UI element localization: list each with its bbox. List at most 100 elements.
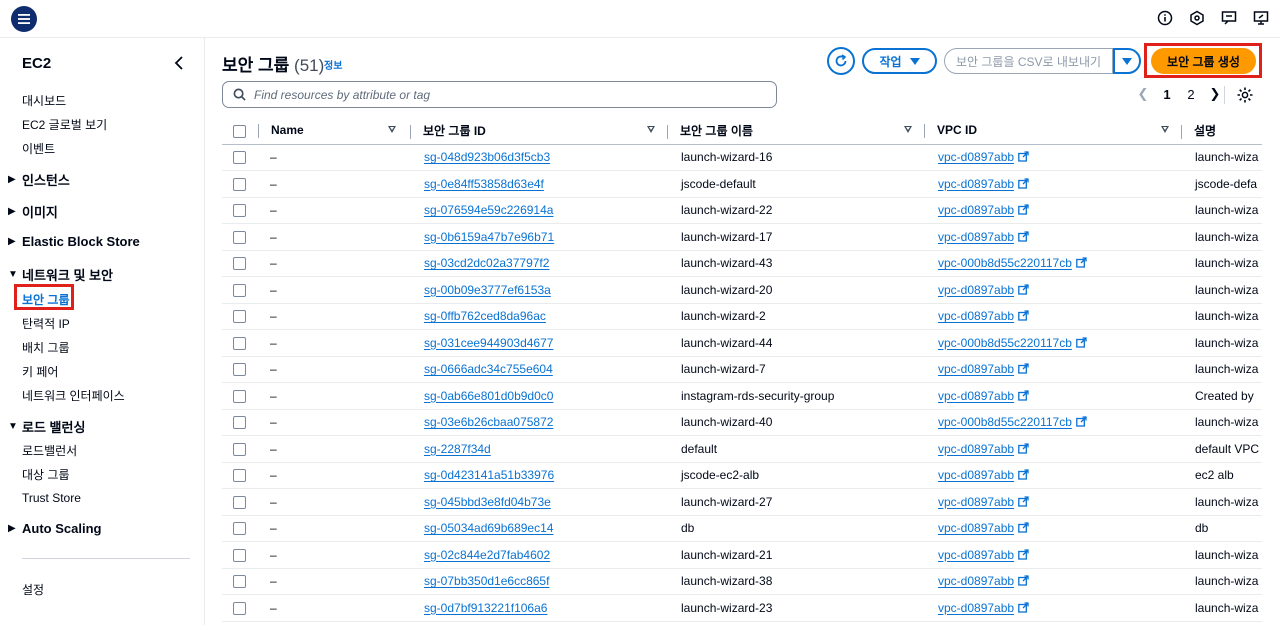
sg-id-link[interactable]: sg-0ffb762ced8da96ac	[424, 309, 546, 323]
row-checkbox[interactable]	[233, 389, 246, 403]
sg-id-link[interactable]: sg-0d423141a51b33976	[424, 468, 554, 482]
sidebar-section-instances[interactable]: ▶ 인스턴스	[8, 170, 70, 189]
sidebar-item-placement-groups[interactable]: 배치 그룹	[22, 339, 70, 356]
sidebar-item-settings[interactable]: 설정	[22, 581, 44, 598]
sg-id-link[interactable]: sg-0b6159a47b7e96b71	[424, 230, 554, 244]
export-dropdown-button[interactable]	[1113, 48, 1141, 74]
table-row[interactable]: – sg-0b6159a47b7e96b71 launch-wizard-17 vpc…	[222, 223, 1262, 251]
column-header-vpc-id[interactable]: VPC ID	[924, 118, 1181, 145]
vpc-id-link[interactable]: vpc-000b8d55c220117cb	[938, 415, 1072, 429]
info-icon[interactable]	[1156, 9, 1174, 27]
sort-icon[interactable]	[388, 126, 396, 133]
table-row[interactable]: – sg-031cee944903d4677 launch-wizard-44 vpc…	[222, 329, 1262, 357]
table-row[interactable]: – sg-076594e59c226914a launch-wizard-22 vpc…	[222, 197, 1262, 224]
sg-id-link[interactable]: sg-02c844e2d7fab4602	[424, 548, 550, 562]
sg-id-link[interactable]: sg-00b09e3777ef6153a	[424, 283, 551, 297]
table-row[interactable]: – sg-0666adc34c755e604 launch-wizard-7 vpc-…	[222, 356, 1262, 383]
vpc-id-link[interactable]: vpc-d0897abb	[938, 283, 1014, 297]
feedback-icon[interactable]	[1220, 9, 1238, 27]
row-checkbox[interactable]	[233, 495, 246, 509]
row-checkbox[interactable]	[233, 230, 246, 244]
row-checkbox[interactable]	[233, 522, 246, 536]
table-row[interactable]: – sg-03cd2dc02a37797f2 launch-wizard-43 vpc…	[222, 250, 1262, 277]
sidebar-item-key-pairs[interactable]: 키 페어	[22, 363, 58, 380]
search-input[interactable]	[254, 87, 734, 102]
column-header-name[interactable]: Name	[256, 118, 410, 145]
sg-id-link[interactable]: sg-0e84ff53858d63e4f	[424, 177, 544, 191]
vpc-id-link[interactable]: vpc-d0897abb	[938, 203, 1014, 217]
collapse-sidebar-icon[interactable]	[172, 55, 186, 71]
sg-id-link[interactable]: sg-0ab66e801d0b9d0c0	[424, 389, 553, 403]
vpc-id-link[interactable]: vpc-d0897abb	[938, 177, 1014, 191]
sidebar-item-dashboard[interactable]: 대시보드	[22, 92, 66, 109]
sidebar-section-load-balancing[interactable]: ▼ 로드 밸런싱	[8, 417, 85, 436]
column-header-sg-name[interactable]: 보안 그룹 이름	[667, 118, 924, 145]
page-1[interactable]: 1	[1155, 87, 1179, 102]
row-checkbox[interactable]	[233, 151, 246, 165]
vpc-id-link[interactable]: vpc-d0897abb	[938, 442, 1014, 456]
sg-id-link[interactable]: sg-2287f34d	[424, 442, 491, 456]
vpc-id-link[interactable]: vpc-000b8d55c220117cb	[938, 256, 1072, 270]
vpc-id-link[interactable]: vpc-d0897abb	[938, 601, 1014, 615]
info-link[interactable]: 정보	[324, 57, 342, 72]
sg-id-link[interactable]: sg-03e6b26cbaa075872	[424, 415, 553, 429]
sg-id-link[interactable]: sg-03cd2dc02a37797f2	[424, 256, 549, 270]
sidebar-item-target-groups[interactable]: 대상 그룹	[22, 466, 70, 483]
row-checkbox[interactable]	[233, 548, 246, 562]
row-checkbox[interactable]	[233, 177, 246, 191]
row-checkbox[interactable]	[233, 204, 246, 218]
table-row[interactable]: – sg-0d7bf913221f106a6 launch-wizard-23 vpc…	[222, 594, 1262, 622]
column-header-description[interactable]: 설명	[1181, 118, 1262, 145]
table-row[interactable]: – sg-02c844e2d7fab4602 launch-wizard-21 vpc…	[222, 541, 1262, 569]
column-header-sg-id[interactable]: 보안 그룹 ID	[410, 118, 667, 145]
row-checkbox[interactable]	[233, 257, 246, 271]
desktop-icon[interactable]	[1252, 9, 1270, 27]
page-2[interactable]: 2	[1179, 87, 1203, 102]
table-row[interactable]: – sg-05034ad69b689ec14 db vpc-d0897abb db	[222, 515, 1262, 542]
sidebar-section-images[interactable]: ▶ 이미지	[8, 202, 58, 221]
row-checkbox[interactable]	[233, 442, 246, 456]
export-csv-button[interactable]: 보안 그룹을 CSV로 내보내기	[944, 48, 1113, 74]
row-checkbox[interactable]	[233, 336, 246, 350]
settings-hex-icon[interactable]	[1188, 9, 1206, 27]
sidebar-item-network-interfaces[interactable]: 네트워크 인터페이스	[22, 387, 125, 404]
vpc-id-link[interactable]: vpc-d0897abb	[938, 389, 1014, 403]
sidebar-item-trust-store[interactable]: Trust Store	[22, 491, 81, 505]
table-row[interactable]: – sg-048d923b06d3f5cb3 launch-wizard-16 vpc…	[222, 144, 1262, 171]
table-row[interactable]: – sg-0ffb762ced8da96ac launch-wizard-2 vpc-…	[222, 303, 1262, 330]
sg-id-link[interactable]: sg-045bbd3e8fd04b73e	[424, 495, 551, 509]
sort-icon[interactable]	[647, 126, 655, 133]
row-checkbox[interactable]	[233, 469, 246, 483]
vpc-id-link[interactable]: vpc-d0897abb	[938, 468, 1014, 482]
sidebar-item-events[interactable]: 이벤트	[22, 140, 55, 157]
refresh-button[interactable]	[827, 47, 855, 75]
sort-icon[interactable]	[1161, 126, 1169, 133]
menu-icon[interactable]	[11, 6, 37, 32]
row-checkbox[interactable]	[233, 310, 246, 324]
sg-id-link[interactable]: sg-048d923b06d3f5cb3	[424, 150, 550, 164]
sidebar-item-load-balancers[interactable]: 로드밸런서	[22, 442, 77, 459]
vpc-id-link[interactable]: vpc-d0897abb	[938, 230, 1014, 244]
sg-id-link[interactable]: sg-07bb350d1e6cc865f	[424, 574, 549, 588]
table-row[interactable]: – sg-03e6b26cbaa075872 launch-wizard-40 vpc…	[222, 409, 1262, 436]
table-row[interactable]: – sg-0e84ff53858d63e4f jscode-default vpc-d…	[222, 170, 1262, 198]
sg-id-link[interactable]: sg-031cee944903d4677	[424, 336, 553, 350]
sidebar-item-global-view[interactable]: EC2 글로벌 보기	[22, 116, 107, 133]
vpc-id-link[interactable]: vpc-d0897abb	[938, 362, 1014, 376]
table-row[interactable]: – sg-045bbd3e8fd04b73e launch-wizard-27 vpc…	[222, 488, 1262, 516]
row-checkbox[interactable]	[233, 283, 246, 297]
sidebar-section-network-security[interactable]: ▼ 네트워크 및 보안	[8, 265, 113, 284]
table-row[interactable]: – sg-07bb350d1e6cc865f launch-wizard-38 vpc…	[222, 568, 1262, 595]
sg-id-link[interactable]: sg-076594e59c226914a	[424, 203, 553, 217]
sg-id-link[interactable]: sg-0666adc34c755e604	[424, 362, 553, 376]
vpc-id-link[interactable]: vpc-000b8d55c220117cb	[938, 336, 1072, 350]
row-checkbox[interactable]	[233, 416, 246, 430]
row-checkbox[interactable]	[233, 575, 246, 589]
row-checkbox[interactable]	[233, 363, 246, 377]
select-all-checkbox[interactable]	[233, 124, 246, 138]
vpc-id-link[interactable]: vpc-d0897abb	[938, 150, 1014, 164]
search-field[interactable]	[222, 81, 777, 108]
sidebar-section-auto-scaling[interactable]: ▶ Auto Scaling	[8, 521, 101, 536]
sidebar-section-ebs[interactable]: ▶ Elastic Block Store	[8, 234, 140, 249]
actions-button[interactable]: 작업	[862, 48, 937, 74]
